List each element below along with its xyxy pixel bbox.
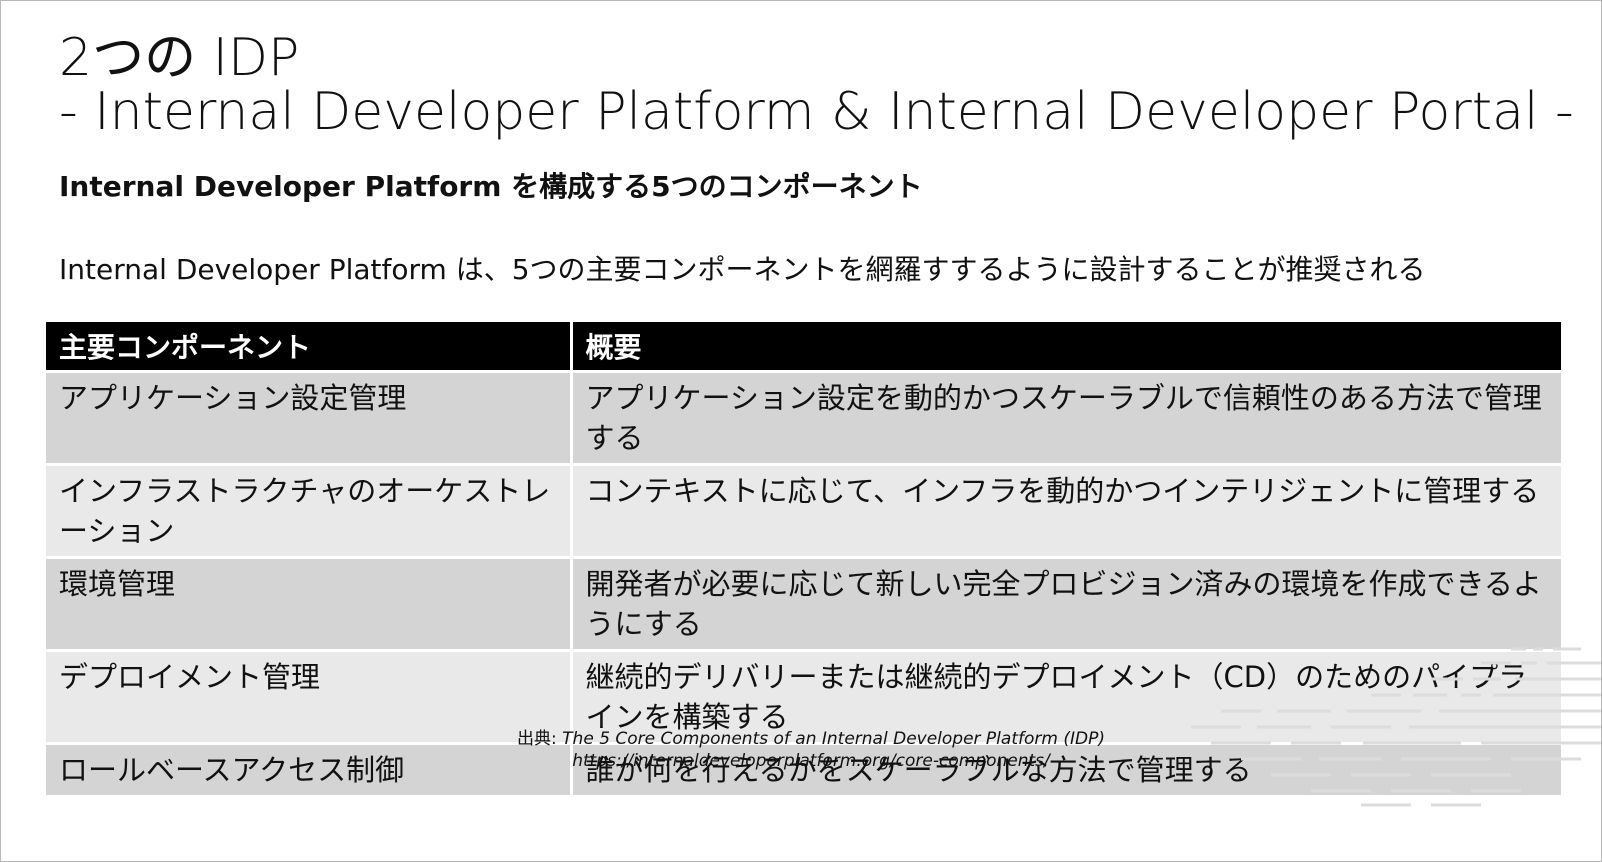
table-row: インフラストラクチャのオーケストレーション コンテキストに応じて、インフラを動的… [46, 463, 1561, 558]
summary-cell: 開発者が必要に応じて新しい完全プロビジョン済みの環境を作成できるようにする [569, 556, 1561, 651]
summary-cell: コンテキストに応じて、インフラを動的かつインテリジェントに管理する [569, 463, 1561, 558]
slide: 2つの IDP - Internal Developer Platform & … [0, 0, 1602, 862]
lead-text: Internal Developer Platform は、5つの主要コンポーネ… [59, 253, 1426, 286]
source-prefix: 出典: [517, 729, 563, 749]
slide-title: 2つの IDP - Internal Developer Platform & … [59, 31, 1574, 139]
components-table: 主要コンポーネント 概要 アプリケーション設定管理 アプリケーション設定を動的か… [46, 322, 1561, 795]
title-line-2: - Internal Developer Platform & Internal… [59, 82, 1574, 142]
component-cell: 環境管理 [46, 556, 571, 651]
slide-subtitle: Internal Developer Platform を構成する5つのコンポー… [59, 170, 923, 203]
component-cell: インフラストラクチャのオーケストレーション [46, 463, 571, 558]
table-row: アプリケーション設定管理 アプリケーション設定を動的かつスケーラブルで信頼性のあ… [46, 370, 1561, 465]
source-title: The 5 Core Components of an Internal Dev… [562, 729, 1105, 749]
summary-cell: アプリケーション設定を動的かつスケーラブルで信頼性のある方法で管理する [569, 370, 1561, 465]
source-url: https://internaldeveloperplatform.org/co… [572, 751, 1050, 771]
component-cell: アプリケーション設定管理 [46, 370, 571, 465]
header-component: 主要コンポーネント [46, 322, 571, 372]
source-citation: 出典: The 5 Core Components of an Internal… [1, 728, 1601, 772]
title-line-1: 2つの IDP [59, 28, 300, 88]
header-summary: 概要 [569, 322, 1561, 372]
table-header-row: 主要コンポーネント 概要 [46, 322, 1561, 372]
table-row: 環境管理 開発者が必要に応じて新しい完全プロビジョン済みの環境を作成できるように… [46, 556, 1561, 651]
